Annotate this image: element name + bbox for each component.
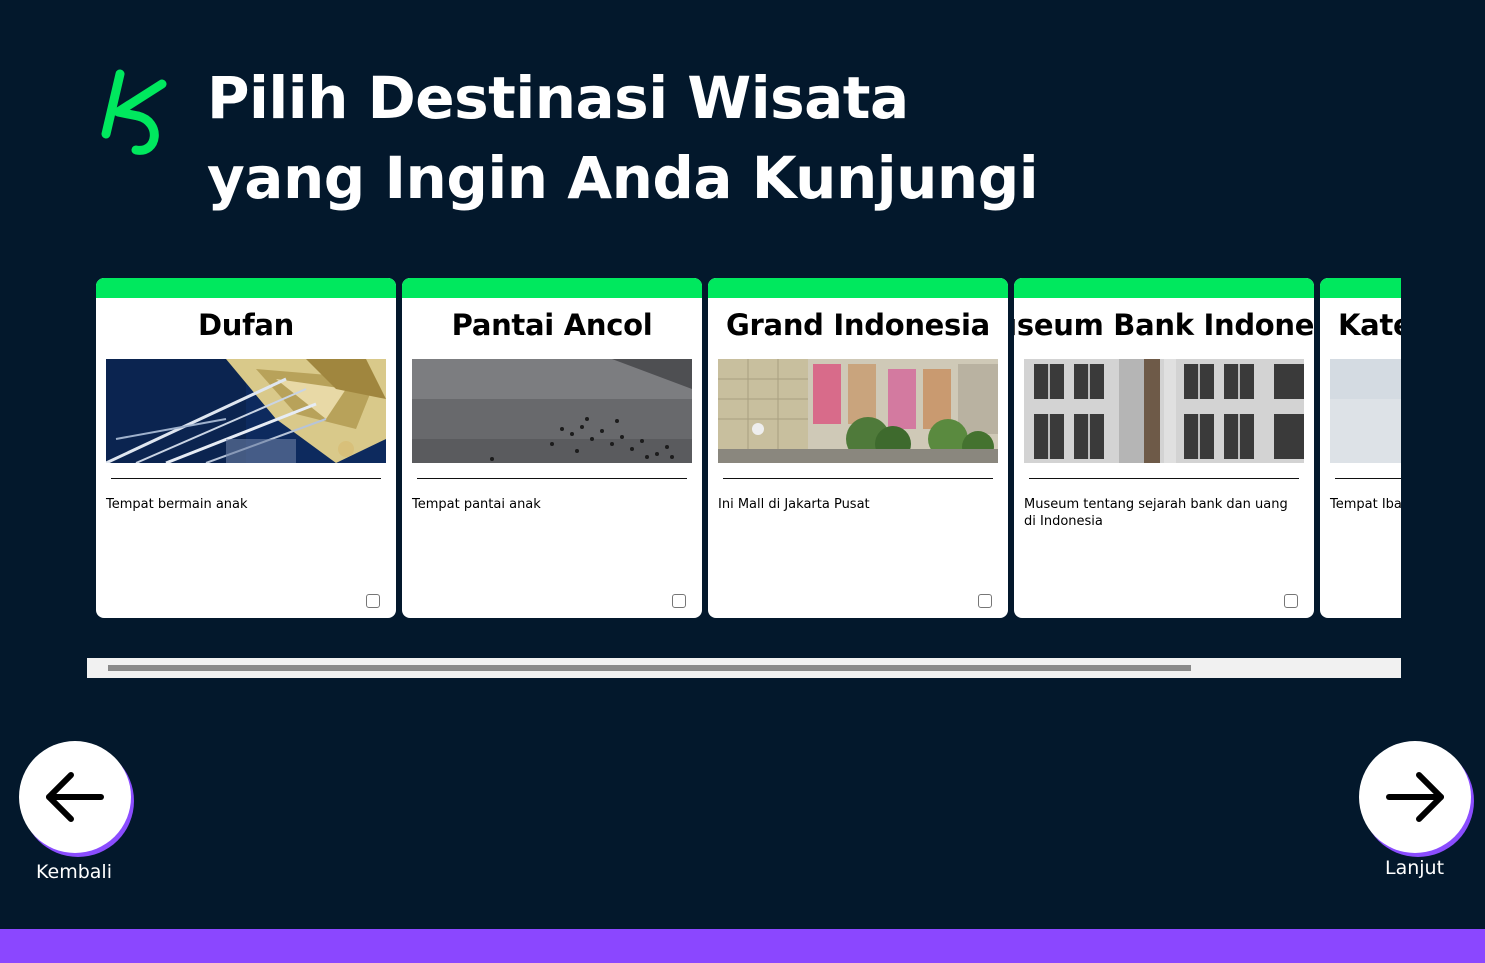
destination-photo bbox=[718, 359, 998, 463]
destination-description: Tempat Iba bbox=[1330, 497, 1401, 512]
card-accent-bar bbox=[708, 278, 1008, 298]
card-accent-bar bbox=[1320, 278, 1401, 298]
destination-photo bbox=[106, 359, 386, 463]
select-checkbox[interactable] bbox=[366, 594, 380, 608]
card-divider bbox=[111, 478, 381, 479]
destination-name: Dufan bbox=[197, 308, 295, 342]
destination-card-dufan[interactable]: Dufan Tempat bermain anak bbox=[96, 278, 396, 618]
card-divider bbox=[723, 478, 993, 479]
card-accent-bar bbox=[96, 278, 396, 298]
page-title-line-1: Pilih Destinasi Wisata bbox=[207, 64, 909, 132]
back-label: Kembali bbox=[36, 861, 112, 883]
arrow-right-icon bbox=[1386, 772, 1444, 822]
destination-card-partial[interactable]: Kate Tempat Iba bbox=[1320, 278, 1401, 618]
footer-bar bbox=[0, 929, 1485, 963]
back-button[interactable] bbox=[19, 741, 131, 853]
destination-name: Museum Bank Indonesia bbox=[1014, 298, 1314, 352]
destination-description: Tempat bermain anak bbox=[106, 497, 248, 512]
card-divider bbox=[417, 478, 687, 479]
card-divider bbox=[1335, 478, 1401, 479]
destination-name: Kate bbox=[1338, 308, 1401, 342]
select-checkbox[interactable] bbox=[1284, 594, 1298, 608]
destination-description: Tempat pantai anak bbox=[412, 497, 541, 512]
arrow-left-icon bbox=[46, 772, 104, 822]
destination-card-grand-indonesia[interactable]: Grand Indonesia Ini Mall di Jakarta Pusa… bbox=[708, 278, 1008, 618]
page-title: Pilih Destinasi Wisata yang Ingin Anda K… bbox=[207, 58, 1039, 218]
destination-description: Museum tentang sejarah bank dan uang di … bbox=[1024, 497, 1288, 529]
destination-photo bbox=[412, 359, 692, 463]
select-checkbox[interactable] bbox=[672, 594, 686, 608]
destination-carousel[interactable]: Dufan Tempat bermain anak Pantai Ancol T… bbox=[87, 278, 1401, 678]
destination-card-museum-bank-indonesia[interactable]: Museum Bank Indonesia bbox=[1014, 278, 1314, 618]
destination-photo bbox=[1330, 359, 1401, 463]
destination-card-pantai-ancol[interactable]: Pantai Ancol Tempat pantai anak bbox=[402, 278, 702, 618]
card-divider bbox=[1029, 478, 1299, 479]
horizontal-scrollbar[interactable] bbox=[87, 658, 1401, 678]
destination-photo bbox=[1024, 359, 1304, 463]
ks-logo-icon bbox=[98, 62, 178, 162]
destination-name: Pantai Ancol bbox=[451, 308, 653, 342]
next-button[interactable] bbox=[1359, 741, 1471, 853]
page-title-line-2: yang Ingin Anda Kunjungi bbox=[207, 144, 1039, 212]
scrollbar-thumb[interactable] bbox=[108, 665, 1191, 671]
destination-name: Grand Indonesia bbox=[726, 308, 990, 342]
select-checkbox[interactable] bbox=[978, 594, 992, 608]
card-accent-bar bbox=[402, 278, 702, 298]
next-label: Lanjut bbox=[1385, 857, 1445, 879]
destination-name-text: Museum Bank Indonesia bbox=[1014, 308, 1314, 342]
destination-description: Ini Mall di Jakarta Pusat bbox=[718, 497, 870, 512]
card-accent-bar bbox=[1014, 278, 1314, 298]
